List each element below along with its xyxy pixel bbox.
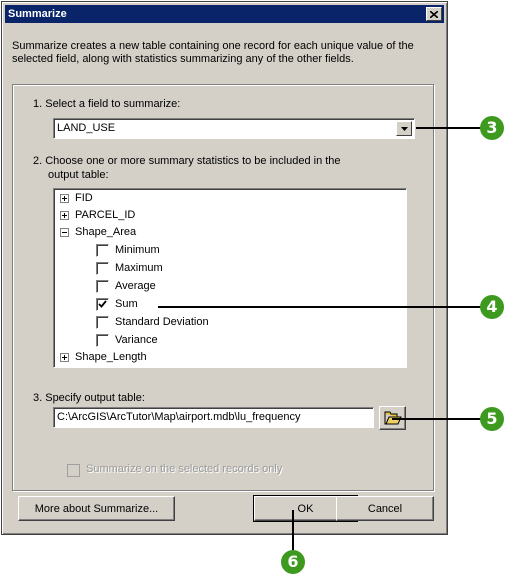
stat-label: Standard Deviation [115, 316, 209, 328]
description-text: Summarize creates a new table containing… [12, 40, 414, 65]
title-bar[interactable]: Summarize [5, 5, 444, 23]
tree-item-label: Shape_Area [75, 226, 137, 238]
stat-label: Sum [115, 298, 138, 310]
stat-label: Average [115, 280, 156, 292]
callout-5: 5 [480, 407, 504, 431]
statistics-tree[interactable]: FID PARCEL_ID Shape_Area Minimum Maximum… [53, 188, 407, 368]
expand-icon[interactable] [60, 211, 69, 220]
callout-3-line [416, 127, 484, 129]
field-select[interactable]: LAND_USE [53, 118, 415, 139]
step2-label-line2: output table: [48, 169, 109, 181]
chevron-down-icon [400, 126, 408, 131]
callout-5-line [392, 418, 484, 420]
stat-label: Maximum [115, 262, 163, 274]
step3-label: 3. Specify output table: [33, 392, 145, 404]
output-table-input[interactable]: C:\ArcGIS\ArcTutor\Map\airport.mdb\lu_fr… [53, 407, 374, 428]
step2-label-line1: 2. Choose one or more summary statistics… [33, 155, 341, 167]
checkmark-icon [98, 300, 107, 308]
step1-label: 1. Select a field to summarize: [33, 98, 181, 110]
field-select-value: LAND_USE [57, 122, 116, 134]
tree-item-label: Shape_Length [75, 351, 147, 363]
variance-checkbox[interactable] [96, 334, 109, 347]
close-button[interactable] [426, 7, 442, 21]
output-table-value: C:\ArcGIS\ArcTutor\Map\airport.mdb\lu_fr… [57, 411, 301, 423]
close-icon [430, 10, 438, 18]
callout-4: 4 [480, 295, 504, 319]
more-about-button[interactable]: More about Summarize... [18, 496, 175, 521]
cancel-button[interactable]: Cancel [336, 496, 434, 521]
callout-6: 6 [281, 550, 305, 574]
selected-only-label: Summarize on the selected records only [86, 463, 283, 475]
expand-icon[interactable] [60, 353, 69, 362]
sum-checkbox[interactable] [96, 298, 109, 311]
expand-icon[interactable] [60, 194, 69, 203]
standard-deviation-checkbox[interactable] [96, 316, 109, 329]
window-title: Summarize [8, 8, 67, 20]
maximum-checkbox[interactable] [96, 262, 109, 275]
tree-item-label: FID [75, 192, 93, 204]
callout-4-line [158, 306, 484, 308]
average-checkbox[interactable] [96, 280, 109, 293]
stat-label: Variance [115, 334, 158, 346]
callout-3: 3 [480, 116, 504, 140]
tree-item-label: PARCEL_ID [75, 209, 136, 221]
field-select-dropdown-button[interactable] [396, 121, 412, 136]
collapse-icon[interactable] [60, 228, 69, 237]
minimum-checkbox[interactable] [96, 244, 109, 257]
selected-only-checkbox[interactable] [67, 464, 80, 477]
stat-label: Minimum [115, 244, 160, 256]
callout-6-line [292, 510, 294, 552]
